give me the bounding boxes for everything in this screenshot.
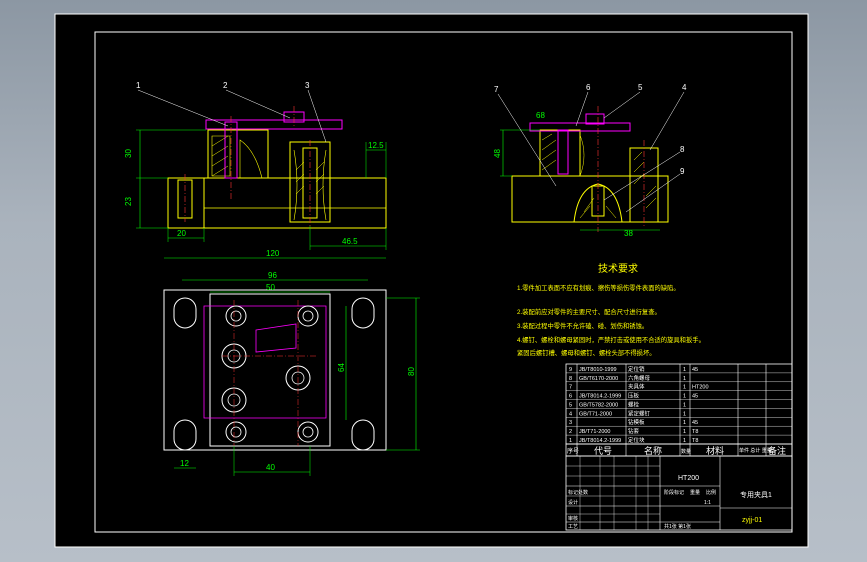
dim-top-12: 12 (180, 459, 189, 468)
tech-title: 技术要求 (598, 262, 638, 275)
bom-cell-name: 六角螺母 (628, 374, 651, 382)
bom-cell-name: 夹具体 (628, 383, 645, 391)
tb-sheet: 共1张 第1张 (664, 523, 691, 530)
bom-cell-qty: 1 (683, 429, 686, 435)
callout-1: 1 (136, 81, 141, 90)
dim-top-vertical-inner: 64 (337, 363, 346, 372)
bom-cell-no: 5 (569, 402, 572, 408)
tech-line-4: 4.螺钉、螺栓和螺母紧固时，严禁打击或使用不合适的旋具和扳手。 (517, 335, 705, 344)
bom-header-qty: 数量 (681, 448, 691, 455)
bom-cell-qty: 1 (683, 376, 686, 382)
drawing-sheet (55, 14, 808, 547)
bom-cell-no: 3 (569, 420, 572, 426)
callout-5: 5 (638, 83, 643, 92)
bom-cell-material: T8 (692, 429, 698, 435)
tb-material: HT200 (678, 475, 699, 482)
dim-front-height-top: 30 (124, 149, 133, 158)
callout-4: 4 (682, 83, 687, 92)
dim-top-overall: 120 (266, 249, 280, 258)
dim-top-50: 50 (266, 283, 275, 292)
bom-cell-qty: 1 (683, 420, 686, 426)
bom-cell-no: 2 (569, 429, 572, 435)
tech-line-3: 3.装配过程中零件不允许磕、碰、划伤和锈蚀。 (517, 321, 648, 330)
bom-cell-no: 8 (569, 376, 572, 382)
bom-cell-code: GB/T5782-2000 (579, 402, 618, 408)
bom-header-code: 代号 (594, 446, 612, 456)
dim-top-40: 40 (266, 463, 275, 472)
dim-side-top: 68 (536, 111, 545, 120)
bom-cell-no: 9 (569, 367, 572, 373)
tech-line-1: 1.零件加工表面不应有划痕、擦伤等损伤零件表面的缺陷。 (517, 283, 680, 292)
bom-cell-no: 4 (569, 411, 572, 417)
bom-cell-qty: 1 (683, 367, 686, 373)
bom-cell-name: 定位销 (628, 365, 645, 373)
bom-cell-qty: 1 (683, 394, 686, 400)
bom-header-name: 名称 (644, 445, 662, 456)
bom-cell-qty: 1 (683, 385, 686, 391)
bom-cell-qty: 1 (683, 411, 686, 417)
bom-header-material: 材料 (706, 445, 724, 456)
tb-drawing-no: zyjj-01 (742, 517, 762, 524)
callout-6: 6 (586, 83, 591, 92)
tb-scale: 比例 (706, 489, 716, 496)
bom-cell-code: GB/T6170-2000 (579, 376, 618, 382)
bom-cell-qty: 1 (683, 438, 686, 444)
callout-3: 3 (305, 81, 310, 90)
dim-front-foot: 20 (177, 229, 186, 238)
bom-cell-material: 45 (692, 394, 698, 400)
callout-7: 7 (494, 85, 499, 94)
dim-front-right-offset: 12.5 (368, 141, 384, 150)
dim-top-vertical: 80 (407, 367, 416, 376)
bom-cell-name: 钻模板 (628, 418, 645, 426)
callout-8: 8 (680, 145, 685, 154)
callout-9: 9 (680, 167, 685, 176)
bom-cell-material: 45 (692, 420, 698, 426)
tb-design: 设计 (568, 499, 578, 506)
tech-line-2: 2.装配前应对零件的主要尺寸、配合尺寸进行复查。 (517, 307, 661, 316)
bom-cell-material: T8 (692, 438, 698, 444)
bom-header-weight: 单件 总计 重量 (739, 447, 772, 454)
tb-stage: 阶段标记 (664, 489, 684, 496)
bom-cell-qty: 1 (683, 402, 686, 408)
cad-drawing-canvas: 30 23 20 12.5 46.5 1 2 3 48 68 38 7 6 5 … (54, 13, 809, 548)
bom-header-note: 备注 (768, 445, 786, 456)
bom-cell-code: JB/T8014.2-1999 (579, 438, 621, 444)
bom-cell-material: 45 (692, 367, 698, 373)
tb-ratio: 1:1 (704, 500, 711, 506)
bom-cell-name: 紧定螺钉 (628, 409, 651, 417)
bom-cell-no: 1 (569, 438, 572, 444)
bom-cell-name: 螺栓 (628, 400, 640, 408)
dim-top-96: 96 (268, 271, 277, 280)
dim-side-mid: 48 (493, 149, 502, 158)
dim-front-width-bottom: 46.5 (342, 237, 358, 246)
tb-drawing-name: 专用夹具1 (740, 490, 772, 499)
tb-company: 标记处数 (568, 489, 588, 496)
bom-cell-no: 6 (569, 394, 572, 400)
bom-cell-no: 7 (569, 385, 572, 391)
bom-cell-name: 钻套 (628, 427, 640, 435)
bom-cell-code: JB/T8014.2-1999 (579, 394, 621, 400)
tech-line-5: 紧固后螺钉槽、螺母和螺钉、螺栓头部不得损坏。 (517, 348, 656, 357)
tb-weight: 重量 (690, 489, 700, 496)
bom-header-no: 序号 (567, 447, 579, 455)
dim-side-bottom: 38 (624, 229, 633, 238)
bom-cell-code: JB/T8010-1999 (579, 367, 617, 373)
tb-check: 审核 (568, 515, 578, 522)
tb-process: 工艺 (568, 524, 578, 530)
bom-cell-name: 压板 (628, 392, 640, 400)
callout-2: 2 (223, 81, 228, 90)
bom-cell-code: JB/T71-2000 (579, 429, 611, 435)
dim-front-height-base: 23 (124, 197, 133, 206)
bom-cell-code: GB/T71-2000 (579, 411, 612, 417)
bom-cell-name: 定位块 (628, 436, 645, 444)
bom-cell-material: HT200 (692, 385, 709, 391)
